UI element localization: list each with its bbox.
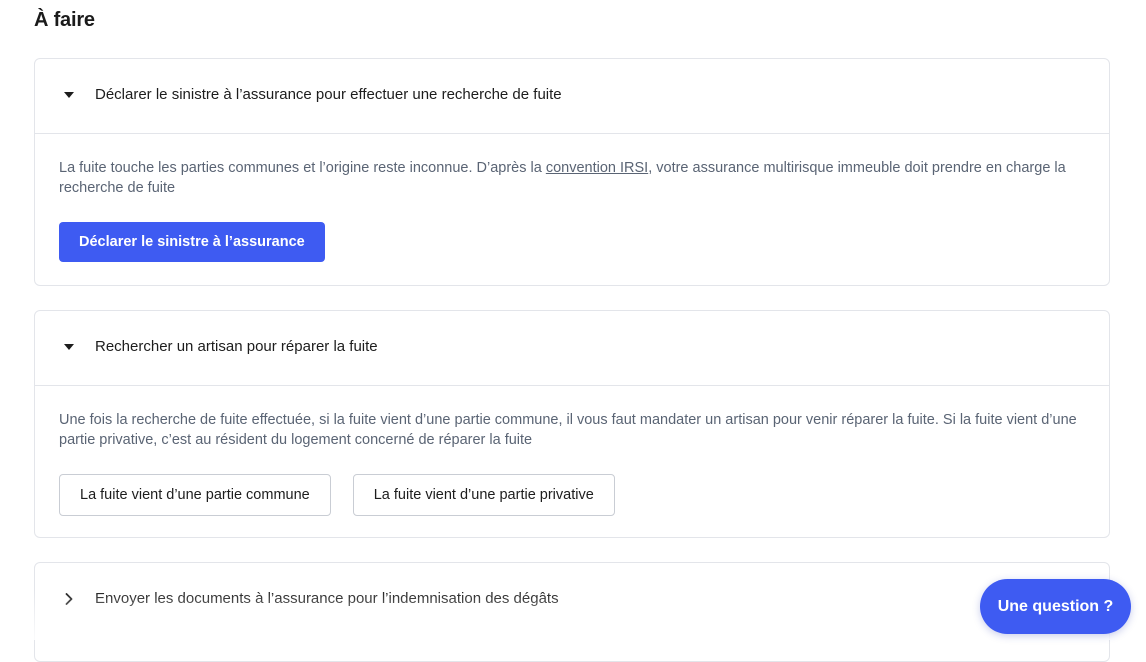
task-header-send-documents[interactable]: Envoyer les documents à l’assurance pour… — [35, 563, 1109, 637]
task-body: La fuite touche les parties communes et … — [35, 134, 1109, 262]
private-part-button[interactable]: La fuite vient d’une partie privative — [352, 474, 615, 516]
page-title: À faire — [34, 9, 95, 31]
task-header-declare-insurance[interactable]: Déclarer le sinistre à l’assurance pour … — [35, 59, 1109, 134]
description-text: La fuite touche les parties communes et … — [59, 160, 546, 176]
task-title: Déclarer le sinistre à l’assurance pour … — [95, 86, 562, 103]
task-description: Une fois la recherche de fuite effectuée… — [59, 412, 1077, 448]
task-header-find-artisan[interactable]: Rechercher un artisan pour réparer la fu… — [35, 311, 1109, 386]
help-chat-button[interactable]: Une question ? — [980, 579, 1131, 634]
task-title: Rechercher un artisan pour réparer la fu… — [95, 338, 378, 355]
declare-claim-button[interactable]: Déclarer le sinistre à l’assurance — [59, 222, 325, 262]
task-title: Envoyer les documents à l’assurance pour… — [95, 590, 559, 607]
task-body: Une fois la recherche de fuite effectuée… — [35, 386, 1109, 516]
task-card-find-artisan: Rechercher un artisan pour réparer la fu… — [34, 310, 1110, 538]
task-card-send-documents: Envoyer les documents à l’assurance pour… — [34, 562, 1110, 662]
leak-origin-options: La fuite vient d’une partie commune La f… — [59, 474, 1085, 516]
chevron-right-icon — [62, 592, 76, 606]
caret-down-icon — [62, 340, 76, 354]
task-card-declare-insurance: Déclarer le sinistre à l’assurance pour … — [34, 58, 1110, 286]
common-part-button[interactable]: La fuite vient d’une partie commune — [59, 474, 331, 516]
task-description: La fuite touche les parties communes et … — [59, 158, 1089, 198]
convention-irsi-link[interactable]: convention IRSI — [546, 160, 648, 176]
caret-down-icon — [62, 88, 76, 102]
